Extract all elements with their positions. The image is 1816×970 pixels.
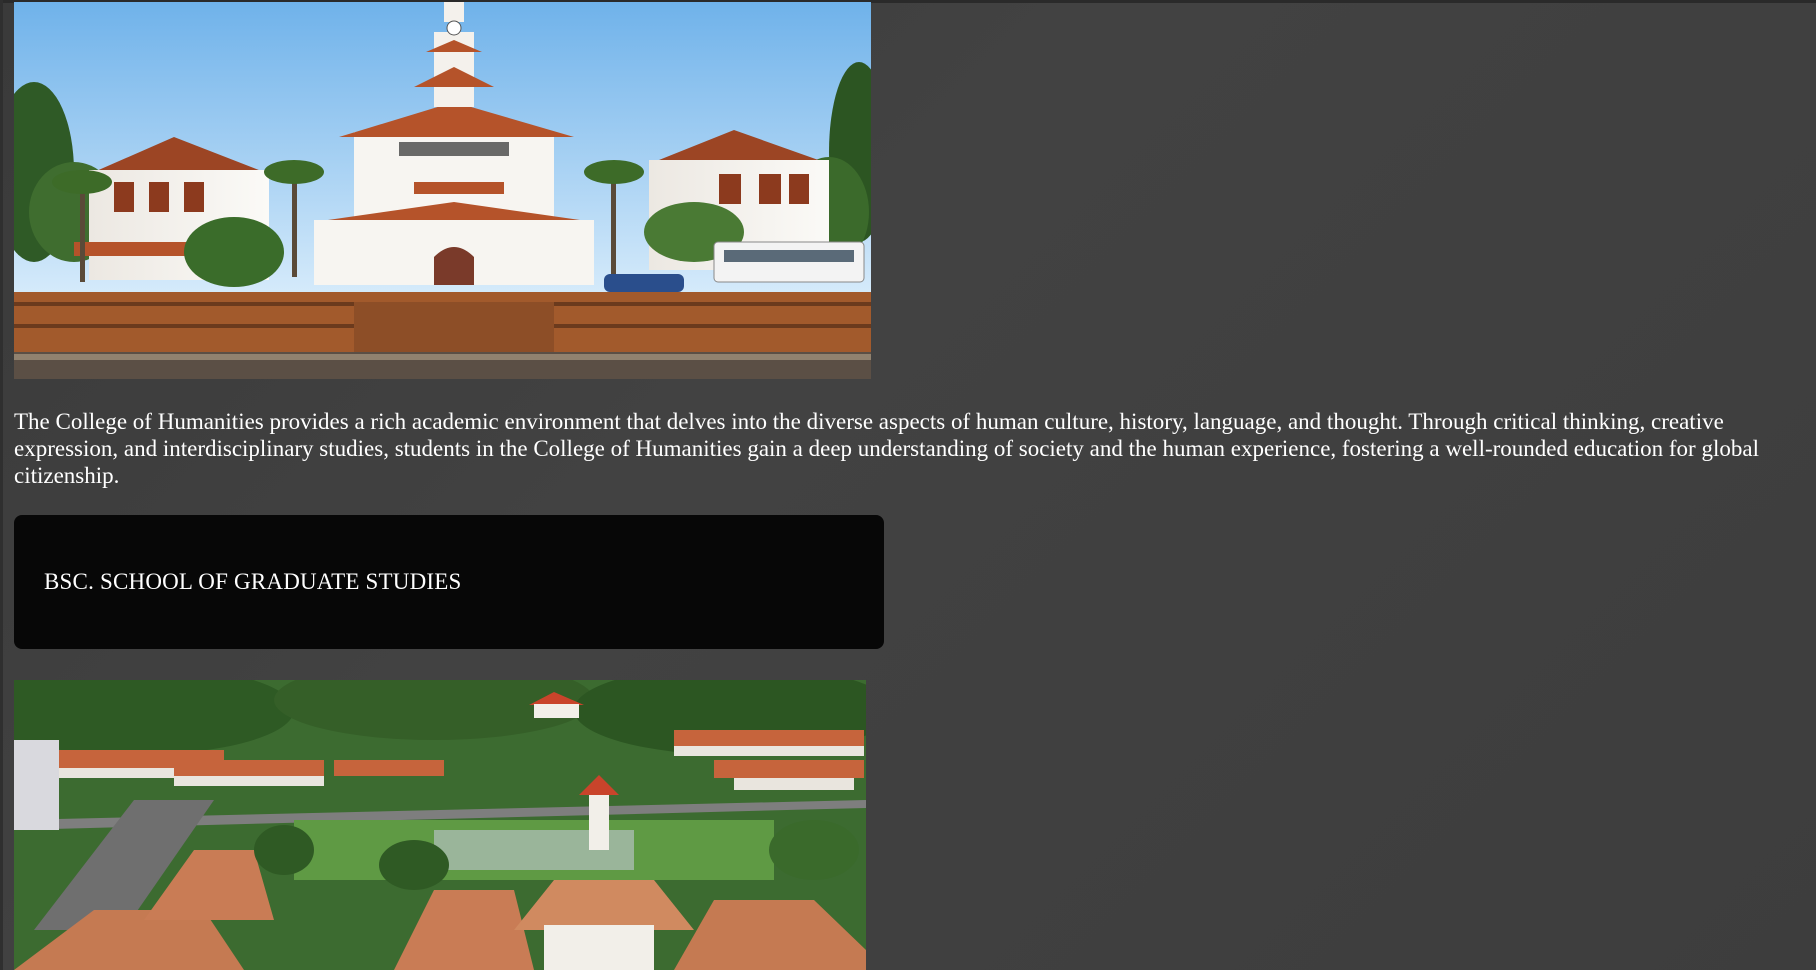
humanities-building-photo	[14, 2, 871, 379]
program-card-label: BSC. SCHOOL OF GRADUATE STUDIES	[44, 569, 462, 594]
humanities-building-illustration	[14, 2, 871, 379]
aerial-campus-illustration	[14, 680, 866, 970]
window-left-edge	[0, 0, 3, 970]
college-description: The College of Humanities provides a ric…	[14, 409, 1759, 488]
aerial-campus-photo	[14, 680, 866, 970]
program-card-graduate-studies[interactable]: BSC. SCHOOL OF GRADUATE STUDIES	[14, 515, 884, 649]
